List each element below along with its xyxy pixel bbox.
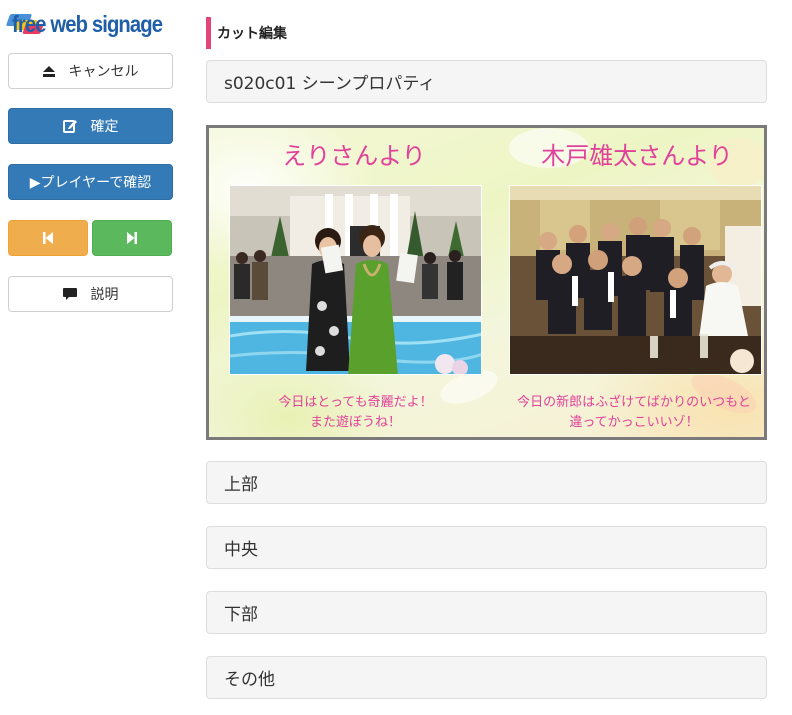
top-section-label: 上部 (224, 475, 258, 495)
eject-icon (42, 65, 55, 77)
other-section-panel[interactable]: その他 (206, 656, 767, 699)
cancel-button-label: キャンセル (68, 64, 139, 80)
left-message-line2: また遊ぼうね！ (309, 415, 401, 430)
bottom-section-label: 下部 (224, 605, 258, 625)
other-section-label: その他 (224, 670, 275, 690)
left-message-body: 今日はとっても奇麗だよ！ また遊ぼうね！ (229, 393, 482, 433)
title-accent-bar (206, 17, 211, 49)
cancel-button[interactable]: キャンセル (8, 53, 173, 89)
page-title-text: カット編集 (217, 26, 287, 42)
center-section-panel[interactable]: 中央 (206, 526, 767, 569)
top-section-panel[interactable]: 上部 (206, 461, 767, 504)
cut-preview: えりさんより 木戸雄太さんより 今日はとっても奇麗だよ！ また遊ぼうね！ 今日の… (206, 125, 767, 440)
center-section-label: 中央 (224, 540, 258, 560)
comment-icon (62, 288, 77, 300)
app-logo: free web signage (5, 8, 176, 40)
logo-text: free web signage (12, 10, 163, 37)
right-message-line1: 今日の新郎はふざけてばかりのいつもと (517, 395, 751, 410)
confirm-button-label: 確定 (90, 119, 119, 135)
page-title: カット編集 (206, 17, 287, 49)
scene-properties-label: s020c01 シーンプロパティ (224, 74, 436, 94)
right-photo (509, 185, 762, 375)
left-photo (229, 185, 482, 375)
right-message-title: 木戸雄太さんより (541, 142, 733, 170)
scene-properties-panel[interactable]: s020c01 シーンプロパティ (206, 60, 767, 103)
right-message-body: 今日の新郎はふざけてばかりのいつもと 違ってかっこいいゾ！ (499, 393, 764, 433)
next-cut-button[interactable] (92, 220, 172, 256)
right-message-line2: 違ってかっこいいゾ！ (569, 415, 699, 430)
edit-icon (62, 119, 77, 133)
step-forward-icon (127, 229, 137, 248)
description-button-label: 説明 (90, 287, 119, 303)
confirm-button[interactable]: 確定 (8, 108, 173, 144)
left-message-line1: 今日はとっても奇麗だよ！ (278, 395, 433, 410)
description-button[interactable]: 説明 (8, 276, 173, 312)
left-message-title: えりさんより (282, 142, 426, 170)
previous-cut-button[interactable] (8, 220, 88, 256)
preview-in-player-button[interactable]: ▶プレイヤーで確認 (8, 164, 173, 200)
bottom-section-panel[interactable]: 下部 (206, 591, 767, 634)
preview-in-player-label: ▶プレイヤーで確認 (29, 175, 152, 191)
step-backward-icon (43, 229, 53, 248)
